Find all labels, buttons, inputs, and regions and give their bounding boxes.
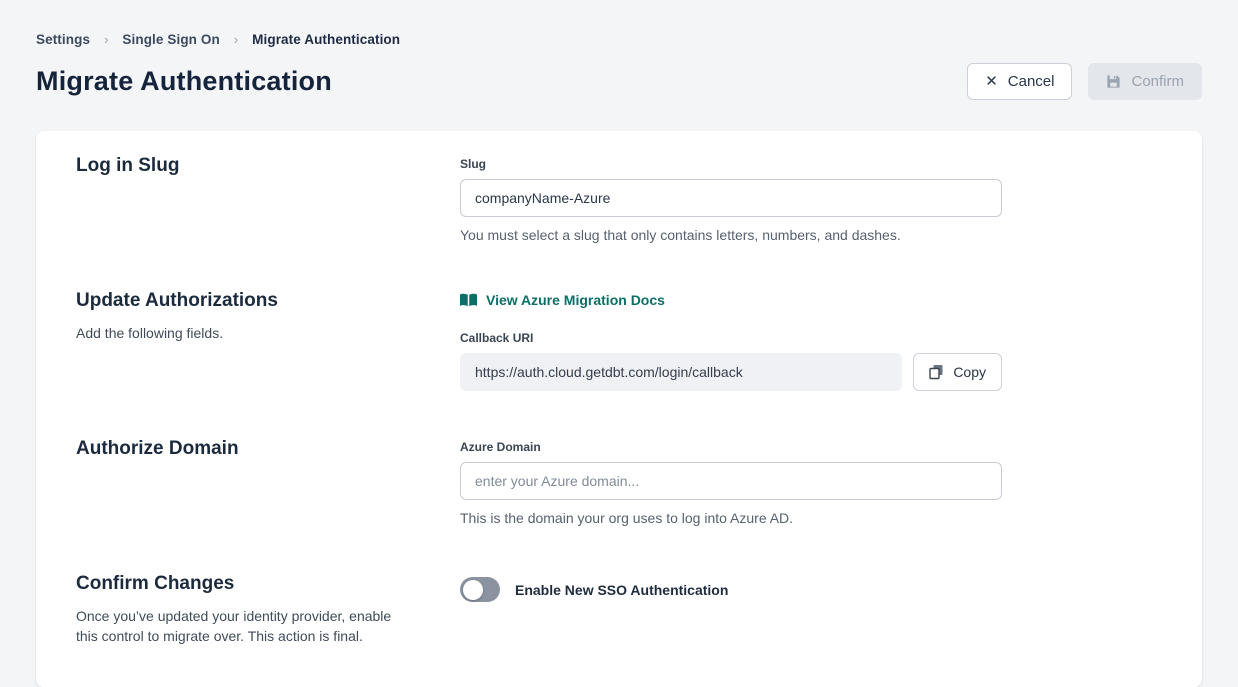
sso-toggle-row: Enable New SSO Authentication bbox=[460, 577, 1002, 602]
toggle-knob bbox=[463, 580, 483, 600]
section-heading-login-slug: Log in Slug bbox=[76, 155, 430, 177]
section-update-authorizations-left: Update Authorizations Add the following … bbox=[76, 290, 460, 391]
section-update-authorizations-right: View Azure Migration Docs Callback URI C… bbox=[460, 290, 1002, 391]
enable-sso-toggle-label: Enable New SSO Authentication bbox=[515, 582, 728, 598]
enable-sso-toggle[interactable] bbox=[460, 577, 500, 602]
close-icon: ✕ bbox=[985, 74, 998, 89]
section-authorize-domain-left: Authorize Domain bbox=[76, 438, 460, 526]
header-actions: ✕ Cancel Confirm bbox=[967, 63, 1202, 100]
cancel-button-label: Cancel bbox=[1008, 73, 1055, 90]
slug-helper-text: You must select a slug that only contain… bbox=[460, 227, 1002, 243]
breadcrumb-migrate-authentication: Migrate Authentication bbox=[252, 32, 400, 47]
callback-uri-label: Callback URI bbox=[460, 331, 1002, 345]
slug-input[interactable] bbox=[460, 179, 1002, 217]
settings-card: Log in Slug Slug You must select a slug … bbox=[36, 131, 1202, 687]
breadcrumb: Settings › Single Sign On › Migrate Auth… bbox=[36, 0, 1202, 47]
confirm-button[interactable]: Confirm bbox=[1088, 63, 1202, 100]
breadcrumb-single-sign-on[interactable]: Single Sign On bbox=[122, 32, 219, 47]
azure-migration-docs-link-label: View Azure Migration Docs bbox=[486, 292, 665, 308]
update-authorizations-description: Add the following fields. bbox=[76, 323, 416, 343]
section-login-slug-right: Slug You must select a slug that only co… bbox=[460, 155, 1002, 243]
save-icon bbox=[1106, 74, 1121, 89]
copy-button-label: Copy bbox=[953, 364, 986, 380]
page-title: Migrate Authentication bbox=[36, 66, 332, 97]
azure-domain-input[interactable] bbox=[460, 462, 1002, 500]
callback-uri-input[interactable] bbox=[460, 353, 902, 391]
azure-domain-helper-text: This is the domain your org uses to log … bbox=[460, 510, 1002, 526]
breadcrumb-settings[interactable]: Settings bbox=[36, 32, 90, 47]
section-confirm-changes: Confirm Changes Once you’ve updated your… bbox=[76, 573, 1162, 647]
section-update-authorizations: Update Authorizations Add the following … bbox=[76, 290, 1162, 391]
copy-icon bbox=[929, 364, 944, 380]
section-login-slug: Log in Slug Slug You must select a slug … bbox=[76, 155, 1162, 243]
section-authorize-domain: Authorize Domain Azure Domain This is th… bbox=[76, 438, 1162, 526]
slug-field-label: Slug bbox=[460, 157, 1002, 171]
page-header: Migrate Authentication ✕ Cancel Confirm bbox=[36, 63, 1202, 100]
cancel-button[interactable]: ✕ Cancel bbox=[967, 63, 1072, 100]
confirm-button-label: Confirm bbox=[1131, 73, 1184, 90]
section-confirm-changes-left: Confirm Changes Once you’ve updated your… bbox=[76, 573, 460, 647]
callback-uri-row: Copy bbox=[460, 353, 1002, 391]
azure-domain-label: Azure Domain bbox=[460, 440, 1002, 454]
section-authorize-domain-right: Azure Domain This is the domain your org… bbox=[460, 438, 1002, 526]
page: Settings › Single Sign On › Migrate Auth… bbox=[0, 0, 1238, 687]
section-confirm-changes-right: Enable New SSO Authentication bbox=[460, 573, 1002, 647]
azure-migration-docs-link[interactable]: View Azure Migration Docs bbox=[460, 292, 665, 308]
section-heading-update-authorizations: Update Authorizations bbox=[76, 290, 430, 312]
confirm-changes-description: Once you’ve updated your identity provid… bbox=[76, 606, 416, 647]
chevron-right-icon: › bbox=[234, 32, 238, 47]
book-icon bbox=[460, 293, 477, 307]
section-login-slug-left: Log in Slug bbox=[76, 155, 460, 243]
copy-button[interactable]: Copy bbox=[913, 353, 1002, 391]
section-heading-confirm-changes: Confirm Changes bbox=[76, 573, 430, 595]
section-heading-authorize-domain: Authorize Domain bbox=[76, 438, 430, 460]
chevron-right-icon: › bbox=[104, 32, 108, 47]
